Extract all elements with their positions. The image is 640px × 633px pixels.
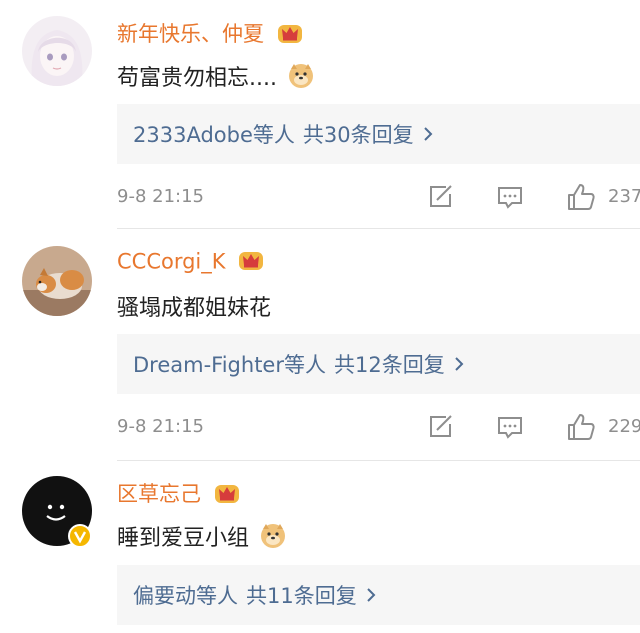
doge-emoji-icon	[260, 523, 286, 555]
username[interactable]: CCCorgi_K	[117, 248, 264, 277]
username[interactable]: 区草忘己	[117, 478, 240, 510]
reply-preview-box[interactable]: 2333Adobe等人 共30条回复	[117, 104, 640, 164]
comment-item: 区草忘己 睡到爱豆小组 偏要动等人 共11条回复	[0, 462, 640, 633]
anime-girl-avatar-image	[22, 16, 92, 86]
comment-icon[interactable]	[496, 183, 524, 211]
reply-summary-link[interactable]: Dream-Fighter等人 共12条回复	[133, 349, 465, 379]
like-count: 237	[608, 186, 640, 207]
comment-text: 睡到爱豆小组	[117, 520, 286, 555]
timestamp: 9-8 21:15	[117, 186, 204, 207]
divider	[117, 460, 640, 461]
like-icon[interactable]	[566, 182, 595, 210]
timestamp: 9-8 21:15	[117, 416, 204, 437]
doge-emoji-icon	[288, 63, 314, 95]
username[interactable]: 新年快乐、仲夏	[117, 18, 303, 50]
corgi-avatar-image	[22, 246, 92, 316]
reply-preview-box[interactable]: 偏要动等人 共11条回复	[117, 565, 640, 625]
chevron-right-icon	[453, 353, 465, 377]
comment-text: 苟富贵勿相忘....	[117, 60, 314, 95]
avatar[interactable]	[22, 246, 92, 316]
reply-summary-link[interactable]: 偏要动等人 共11条回复	[133, 580, 377, 610]
reply-preview-box[interactable]: Dream-Fighter等人 共12条回复	[117, 334, 640, 394]
comment-item: CCCorgi_K 骚塌成都姐妹花 Dream-Fighter等人 共12条回复 …	[0, 230, 640, 462]
comment-item: 新年快乐、仲夏 苟富贵勿相忘.... 2333Adobe等人 共30条回复 9-…	[0, 0, 640, 230]
chevron-right-icon	[365, 584, 377, 608]
like-icon[interactable]	[566, 412, 595, 440]
reply-summary-link[interactable]: 2333Adobe等人 共30条回复	[133, 119, 434, 149]
crown-badge-icon	[277, 21, 303, 50]
avatar[interactable]	[22, 16, 92, 86]
repost-icon[interactable]	[426, 183, 454, 211]
avatar[interactable]	[22, 476, 92, 548]
comment-icon[interactable]	[496, 413, 524, 441]
crown-badge-icon	[214, 481, 240, 510]
divider	[117, 228, 640, 229]
crown-badge-icon	[238, 248, 264, 277]
chevron-right-icon	[422, 123, 434, 147]
verified-badge-icon	[68, 524, 92, 552]
comment-text: 骚塌成都姐妹花	[117, 296, 272, 321]
repost-icon[interactable]	[426, 413, 454, 441]
like-count: 229	[608, 416, 640, 437]
